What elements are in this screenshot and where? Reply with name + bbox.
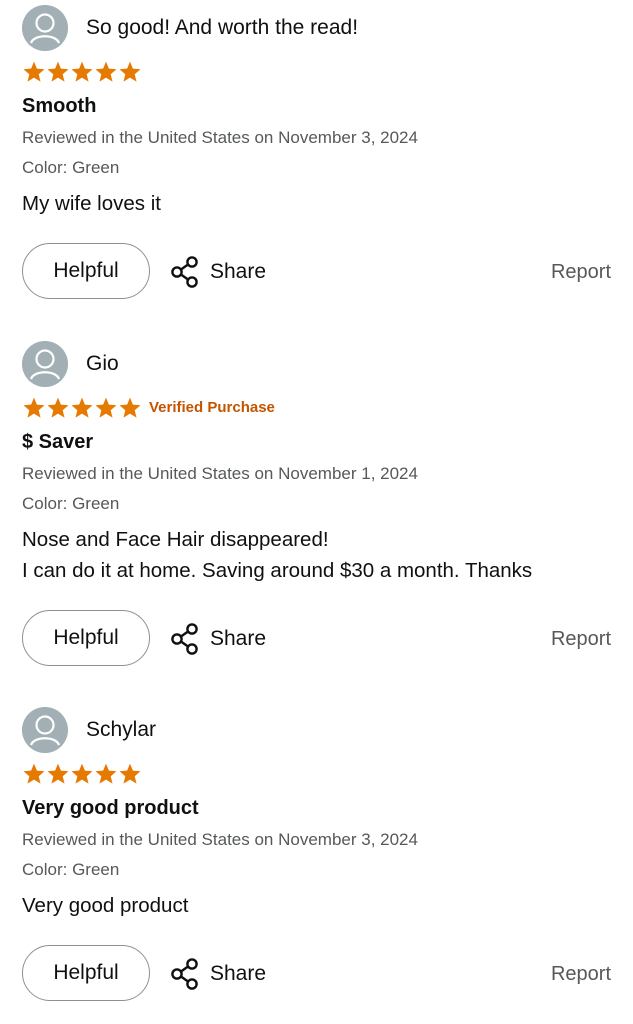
review-date: Reviewed in the United States on Novembe… [22,464,418,483]
share-icon [171,958,198,990]
reviewer-name: Gio [86,352,119,375]
review-title[interactable]: $ Saver [22,428,93,456]
review-body-line: Nose and Face Hair disappeared! [22,528,329,551]
star-icon [94,60,118,84]
review-card: Gio Verified Purchase $ Saver Reviewed i… [0,336,633,666]
share-label: Share [210,627,267,650]
star-icon [46,60,70,84]
star-icon [22,762,46,786]
share-icon [171,623,198,655]
review-variant: Color: Green [22,860,120,879]
star-rating [22,60,142,84]
review-body: Nose and Face Hair disappeared! I can do… [22,524,532,586]
review-body-line: Very good product [22,894,189,917]
reviewer-name: So good! And worth the read! [86,16,359,39]
share-label: Share [210,260,267,283]
star-rating [22,762,142,786]
star-rating [22,396,142,420]
helpful-button[interactable]: Helpful [22,243,150,299]
share-icon [171,256,198,288]
reviewer-name: Schylar [86,718,157,741]
review-body-line: I can do it at home. Saving around $30 a… [22,559,533,582]
review-body: Very good product [22,890,188,921]
review-title[interactable]: Very good product [22,794,199,822]
star-icon [70,762,94,786]
review-date: Reviewed in the United States on Novembe… [22,830,418,849]
star-icon [118,762,142,786]
star-icon [22,60,46,84]
review-body-line: My wife loves it [22,192,161,215]
review-title[interactable]: Smooth [22,92,96,120]
review-variant: Color: Green [22,158,120,177]
star-icon [46,762,70,786]
verified-purchase-badge: Verified Purchase [149,399,275,416]
star-icon [70,396,94,420]
review-date: Reviewed in the United States on Novembe… [22,128,418,147]
report-link[interactable]: Report [551,258,611,286]
star-icon [22,396,46,420]
star-icon [94,762,118,786]
report-link[interactable]: Report [551,960,611,988]
star-icon [118,60,142,84]
report-link[interactable]: Report [551,625,611,653]
review-variant: Color: Green [22,494,120,513]
helpful-button[interactable]: Helpful [22,610,150,666]
user-avatar-icon [22,707,68,753]
share-label: Share [210,962,267,985]
review-card: So good! And worth the read! Smooth Revi… [0,0,633,320]
helpful-button[interactable]: Helpful [22,945,150,1001]
user-avatar-icon [22,341,68,387]
star-icon [70,60,94,84]
user-avatar-icon [22,5,68,51]
review-card: Schylar Very good product Reviewed in th… [0,702,633,1022]
review-body: My wife loves it [22,188,161,219]
star-icon [94,396,118,420]
star-icon [118,396,142,420]
star-icon [46,396,70,420]
